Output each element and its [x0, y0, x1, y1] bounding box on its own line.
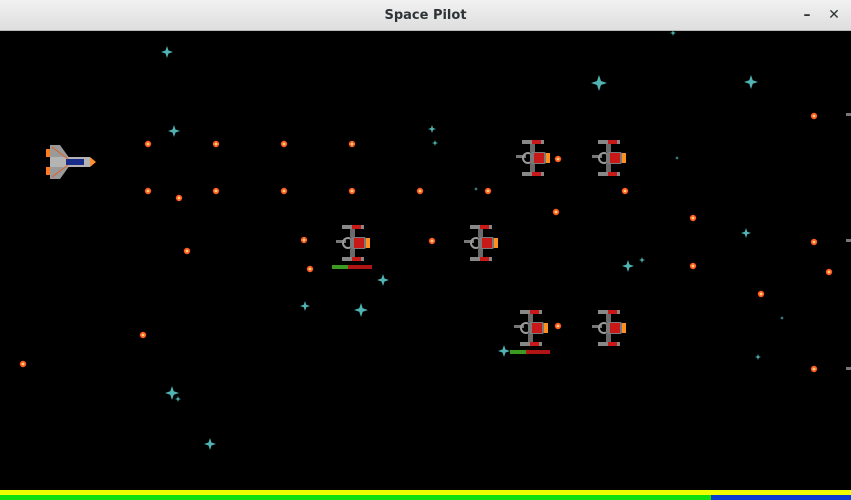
close-button[interactable]: ✕ [823, 5, 845, 25]
star-icon [741, 228, 751, 238]
enemy-health-fill [332, 265, 348, 269]
window-titlebar: Space Pilot – ✕ [0, 0, 851, 31]
bullet-layer [19, 112, 833, 373]
bullet [810, 365, 818, 373]
enemy-fighter-icon [591, 139, 627, 177]
bullet [554, 155, 562, 163]
star-icon [622, 260, 634, 272]
bullet [306, 265, 314, 273]
enemy-fighter-icon [463, 224, 499, 262]
enemy-ship [463, 224, 499, 262]
bullet [280, 140, 288, 148]
bullet [139, 331, 147, 339]
star-icon [474, 187, 478, 191]
enemy-health-fill [510, 350, 526, 354]
star-icon [165, 386, 179, 400]
enemy-fighter-icon [335, 224, 371, 262]
bullet [621, 187, 629, 195]
enemy-fighter-icon [515, 139, 551, 177]
enemy-ship [510, 309, 550, 354]
enemy-fighter-icon [513, 309, 549, 347]
star-icon [168, 125, 180, 137]
bullet [689, 214, 697, 222]
star-icon [377, 274, 389, 286]
bullet [552, 208, 560, 216]
bullet [212, 187, 220, 195]
star-icon [755, 354, 761, 360]
bullet [689, 262, 697, 270]
energy-bar [0, 495, 851, 500]
enemy-fighter-icon [591, 309, 627, 347]
star-icon [675, 156, 679, 160]
bullet [554, 322, 562, 330]
minimize-button[interactable]: – [796, 5, 818, 25]
star-icon [591, 75, 607, 91]
star-icon [498, 345, 510, 357]
bullet [144, 187, 152, 195]
bullet [348, 187, 356, 195]
star-icon [204, 438, 216, 450]
star-icon [161, 46, 173, 58]
bullet [19, 360, 27, 368]
enemy-ship [515, 139, 551, 177]
ship-layer [45, 97, 851, 389]
bullet [280, 187, 288, 195]
enemy-ship [591, 139, 627, 177]
bullet [825, 268, 833, 276]
bullet [300, 236, 308, 244]
star-icon [300, 301, 310, 311]
bullet [810, 238, 818, 246]
bullet [175, 194, 183, 202]
enemy-fighter-icon [845, 97, 851, 135]
bullet [212, 140, 220, 148]
star-icon [428, 125, 436, 133]
star-icon [744, 75, 758, 89]
bullet [144, 140, 152, 148]
bullet [757, 290, 765, 298]
star-icon [670, 31, 676, 36]
bullet [428, 237, 436, 245]
bullet [348, 140, 356, 148]
window-title: Space Pilot [384, 8, 467, 23]
bullet [484, 187, 492, 195]
bullet [416, 187, 424, 195]
bullet [810, 112, 818, 120]
enemy-fighter-icon [845, 223, 851, 261]
star-icon [639, 257, 645, 263]
game-canvas[interactable] [0, 31, 851, 500]
star-icon [175, 396, 181, 402]
bullet [183, 247, 191, 255]
energy-bar-fill [0, 495, 711, 500]
player-fighter-icon [45, 144, 97, 180]
star-icon [780, 316, 784, 320]
enemy-ship [591, 309, 627, 347]
hud-bars [0, 490, 851, 500]
star-icon [432, 140, 438, 146]
enemy-fighter-icon [845, 351, 851, 389]
enemy-ship [332, 224, 372, 269]
game-scene [19, 31, 851, 450]
star-icon [354, 303, 368, 317]
